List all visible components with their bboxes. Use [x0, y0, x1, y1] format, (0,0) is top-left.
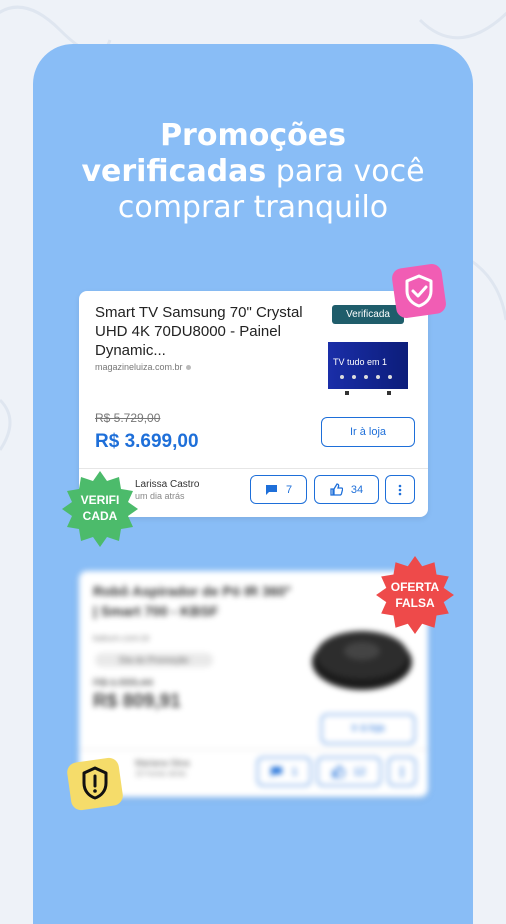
verified-seal-text: VERIFI CADA — [60, 492, 140, 524]
seal-line1: VERIFI — [80, 493, 120, 507]
product-title[interactable]: Smart TV Samsung 70" Crystal UHD 4K 70DU… — [95, 303, 317, 360]
store-domain: magazineluiza.com.br — [95, 362, 191, 372]
current-price: R$ 3.699,00 — [95, 431, 199, 452]
seal-line1: OFERTA — [390, 580, 440, 594]
verified-seal: VERIFI CADA — [60, 469, 140, 549]
current-price: R$ 809,91 — [93, 691, 181, 712]
user-name: Mariana Silva — [135, 758, 190, 768]
headline-line1: Promoções — [160, 118, 346, 153]
comment-icon — [265, 484, 277, 495]
card-divider — [79, 749, 428, 750]
tv-product-image: TV tudo em 1 — [328, 342, 408, 395]
comments-button[interactable]: 7 — [250, 475, 307, 504]
headline-line2: verificadas para você — [0, 154, 506, 190]
comments-count: 1 — [291, 765, 298, 778]
seal-line2: CADA — [82, 509, 118, 523]
store-dot-icon — [185, 365, 191, 371]
store-domain: kabum.com.br — [93, 633, 151, 643]
comment-icon — [271, 766, 283, 777]
post-time: 10 horas atrás — [135, 769, 187, 778]
old-price: R$ 5.729,00 — [95, 411, 161, 425]
go-to-store-button[interactable]: Ir à loja — [321, 714, 415, 744]
more-options-button[interactable] — [388, 757, 416, 786]
promo-chip: Dia do Promoção — [95, 653, 213, 667]
likes-count: 34 — [350, 483, 364, 496]
seal-line2: FALSA — [395, 596, 435, 610]
tv-screen-text: TV tudo em 1 — [333, 357, 387, 367]
likes-count: 12 — [353, 765, 366, 778]
post-time: um dia atrás — [135, 491, 185, 501]
thumbs-up-icon — [330, 483, 343, 496]
user-name: Larissa Castro — [135, 479, 200, 490]
shield-check-icon — [392, 264, 446, 318]
like-button[interactable]: 12 — [317, 757, 381, 786]
thumbs-up-icon — [332, 765, 346, 778]
fake-offer-seal: OFERTA FALSA — [374, 554, 456, 636]
warning-shield-icon — [67, 757, 123, 811]
headline-rest: para você — [266, 154, 425, 189]
headline-line3: comprar tranquilo — [117, 190, 389, 225]
headline: Promoções verificadas para você comprar … — [0, 118, 506, 226]
comments-button[interactable]: 1 — [257, 757, 311, 786]
go-to-store-button[interactable]: Ir à loja — [321, 417, 415, 447]
more-vertical-icon — [400, 766, 404, 777]
old-price: R$ 1.555,44 — [93, 677, 153, 689]
store-domain-text: magazineluiza.com.br — [95, 362, 183, 372]
more-options-button[interactable] — [385, 475, 415, 504]
headline-bold: verificadas — [81, 154, 267, 189]
comments-count: 7 — [285, 483, 293, 496]
more-vertical-icon — [398, 484, 402, 495]
product-title: Robô Aspirador de Pó IR 360° | Smart 700… — [93, 583, 292, 619]
fake-seal-text: OFERTA FALSA — [374, 579, 456, 611]
like-button[interactable]: 34 — [314, 475, 379, 504]
